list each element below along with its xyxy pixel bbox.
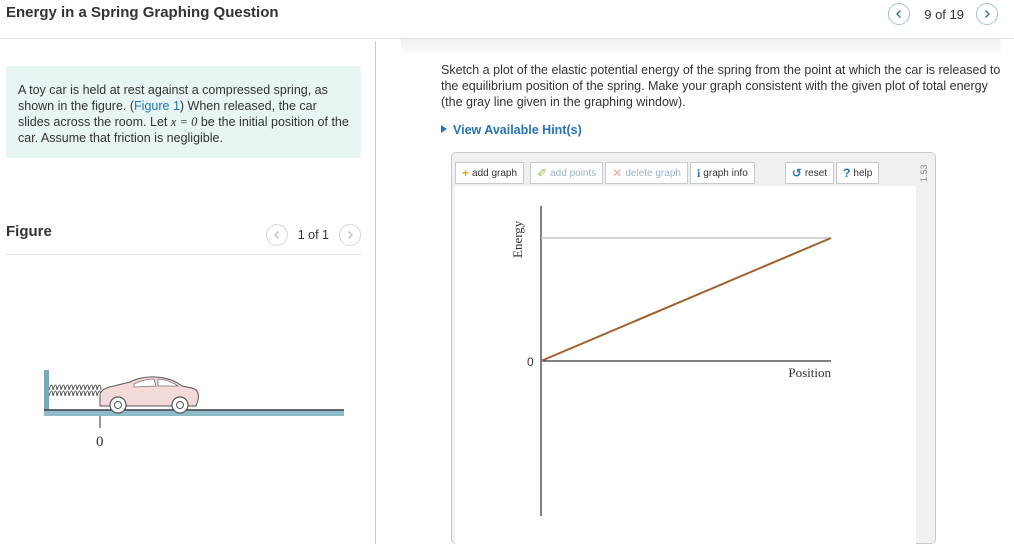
graph-canvas[interactable]: 0 Position Energy — [455, 186, 916, 544]
next-figure-button[interactable] — [339, 224, 361, 246]
view-hints-toggle[interactable]: View Available Hint(s) — [441, 123, 582, 137]
add-graph-label: add graph — [472, 167, 518, 179]
figure-title: Figure — [6, 223, 52, 240]
x-axis-label: Position — [788, 365, 831, 380]
problem-math: x = 0 — [170, 115, 198, 129]
chevron-right-icon — [985, 10, 990, 18]
energy-position-graph: 0 Position Energy — [510, 206, 832, 516]
wall — [44, 370, 49, 416]
figure-link[interactable]: Figure 1 — [134, 99, 180, 113]
toy-car-icon — [99, 376, 199, 414]
info-icon: i — [696, 165, 701, 180]
pencil-icon: ✐ — [537, 166, 548, 180]
question-nav: 9 of 19 — [888, 3, 998, 25]
spring-car-illustration: 0 — [44, 370, 344, 450]
problem-statement: A toy car is held at rest against a comp… — [6, 66, 361, 158]
potential-energy-line[interactable] — [540, 237, 832, 362]
prev-question-button[interactable] — [888, 3, 911, 25]
page-title: Energy in a Spring Graphing Question — [6, 4, 279, 21]
chevron-left-icon — [896, 10, 902, 18]
help-icon: ? — [843, 166, 851, 180]
prev-figure-button[interactable] — [265, 224, 288, 246]
header-bar: Energy in a Spring Graphing Question 9 o… — [0, 0, 1014, 38]
reset-icon: ↺ — [791, 166, 802, 180]
reset-button[interactable]: ↺ reset — [784, 162, 835, 184]
delete-graph-button[interactable]: ✕ delete graph — [605, 162, 688, 184]
graph-info-label: graph info — [703, 167, 748, 179]
graph-toolbar: + add graph ✐ add points ✕ delete graph i gr… — [455, 162, 881, 184]
help-button[interactable]: ? help — [836, 162, 880, 184]
figure-nav: 1 of 1 — [265, 224, 361, 246]
tool-version-label: 1.53 — [919, 164, 929, 182]
add-graph-button[interactable]: + add graph — [455, 162, 525, 184]
chevron-right-icon — [348, 231, 353, 239]
origin-label: 0 — [527, 355, 534, 369]
spring-car-figure: 0 — [30, 360, 350, 460]
reset-label: reset — [804, 167, 828, 179]
delete-graph-label: delete graph — [625, 167, 681, 179]
hints-label: View Available Hint(s) — [453, 123, 582, 137]
spring-icon — [48, 384, 102, 397]
floor — [44, 410, 344, 416]
help-label: help — [853, 167, 873, 179]
figure-position: 1 of 1 — [297, 228, 329, 242]
triangle-right-icon — [441, 125, 447, 133]
add-points-button[interactable]: ✐ add points — [530, 162, 604, 184]
delete-icon: ✕ — [612, 166, 623, 180]
figure-header: Figure 1 of 1 — [6, 221, 361, 255]
question-position: 9 of 19 — [924, 6, 964, 22]
graph-info-button[interactable]: i graph info — [689, 162, 755, 184]
panel-divider — [375, 41, 376, 544]
figure-axis-label: 0 — [96, 434, 104, 450]
question-prompt: Sketch a plot of the elastic potential e… — [441, 63, 1001, 109]
next-question-button[interactable] — [976, 3, 998, 25]
plus-icon: + — [462, 166, 470, 180]
add-points-label: add points — [550, 167, 597, 179]
question-top-shade — [401, 39, 1001, 53]
chevron-left-icon — [273, 231, 279, 239]
y-axis-label: Energy — [510, 220, 525, 258]
